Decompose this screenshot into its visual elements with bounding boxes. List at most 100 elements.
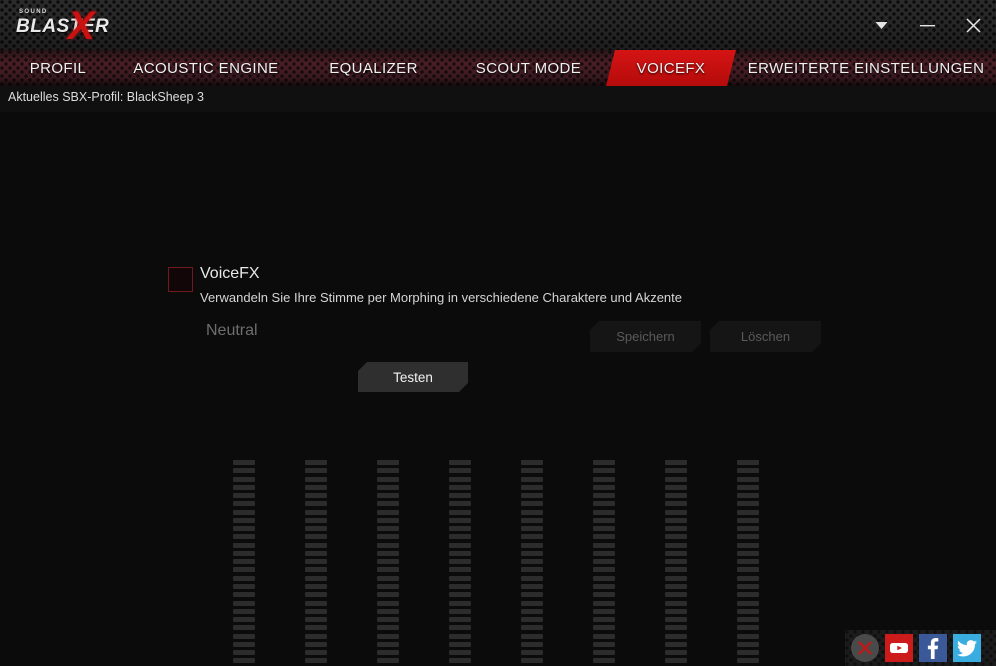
slider-segment (377, 493, 399, 499)
slider-track[interactable] (665, 460, 687, 666)
slider-segment (737, 633, 759, 639)
slider-segment (665, 575, 687, 581)
tab-equalizer[interactable]: EQUALIZER (296, 50, 451, 86)
slider-segment (377, 641, 399, 647)
tab-voicefx[interactable]: VOICEFX (606, 50, 736, 86)
voicefx-enable-checkbox[interactable] (168, 267, 193, 292)
slider-segment (593, 617, 615, 623)
tab-acoustic-engine[interactable]: ACOUSTIC ENGINE (116, 50, 296, 86)
slider-segment (305, 484, 327, 490)
slider-segment (305, 559, 327, 565)
slider-segment (665, 468, 687, 474)
slider-segment (377, 501, 399, 507)
slider-segment (449, 484, 471, 490)
slider-track[interactable] (737, 460, 759, 666)
slider-segment (737, 608, 759, 614)
slider-segment (377, 617, 399, 623)
slider-segment (233, 559, 255, 565)
facebook-icon[interactable] (919, 634, 947, 662)
slider-segment (449, 493, 471, 499)
tab-profil[interactable]: PROFIL (0, 50, 116, 86)
slider-segment (665, 542, 687, 548)
slider-segment (521, 493, 543, 499)
minimize-icon[interactable] (904, 0, 950, 50)
slider-segment (737, 575, 759, 581)
slider-segment (737, 542, 759, 548)
voicefx-description: Verwandeln Sie Ihre Stimme per Morphing … (200, 290, 682, 305)
slider-segment (665, 608, 687, 614)
slider-segment (593, 468, 615, 474)
twitter-icon[interactable] (953, 634, 981, 662)
slider-track[interactable] (233, 460, 255, 666)
slider-segment (377, 484, 399, 490)
slider-segment (521, 526, 543, 532)
delete-button[interactable]: Löschen (710, 321, 821, 352)
slider-segment (521, 517, 543, 523)
slider-segment (377, 509, 399, 515)
slider-segment (521, 608, 543, 614)
slider-segment (665, 600, 687, 606)
slider-segment (665, 567, 687, 573)
slider-segment (665, 592, 687, 598)
slider-segment (377, 592, 399, 598)
slider-segment (305, 509, 327, 515)
slider-segment (233, 509, 255, 515)
save-button[interactable]: Speichern (590, 321, 701, 352)
slider-segment (449, 460, 471, 465)
slider-segment (593, 460, 615, 465)
slider-track[interactable] (305, 460, 327, 666)
tab-erweiterte-einstellungen[interactable]: ERWEITERTE EINSTELLUNGEN (736, 50, 996, 86)
slider-segment (377, 517, 399, 523)
slider-segment (449, 575, 471, 581)
slider-segment (521, 559, 543, 565)
slider-segment (233, 617, 255, 623)
sound-blasterx-window: SOUND BLASTER X PROFIL ACOUSTIC ENGINE E… (0, 0, 996, 666)
tab-scout-mode[interactable]: SCOUT MODE (451, 50, 606, 86)
window-controls (858, 0, 996, 50)
slider-segment (377, 468, 399, 474)
slider-track[interactable] (377, 460, 399, 666)
close-icon[interactable] (950, 0, 996, 50)
slider-segment (233, 625, 255, 631)
close-social-bar-icon[interactable] (851, 634, 879, 662)
slider-segment (449, 592, 471, 598)
slider-segment (449, 650, 471, 656)
slider-segment (521, 592, 543, 598)
slider-segment (377, 476, 399, 482)
slider-segment (305, 501, 327, 507)
slider-segment (449, 550, 471, 556)
slider-segment (449, 617, 471, 623)
dropdown-chevron-icon[interactable] (858, 0, 904, 50)
slider-variability: Variability (700, 460, 796, 666)
slider-segment (521, 567, 543, 573)
slider-track[interactable] (449, 460, 471, 666)
slider-segment (233, 484, 255, 490)
slider-segment (305, 460, 327, 465)
tab-bar: PROFIL ACOUSTIC ENGINE EQUALIZER SCOUT M… (0, 50, 996, 86)
slider-segment (449, 567, 471, 573)
slider-segment (449, 658, 471, 664)
slider-segment (233, 658, 255, 664)
slider-segment (377, 608, 399, 614)
slider-track[interactable] (593, 460, 615, 666)
slider-segment (377, 633, 399, 639)
slider-segment (521, 575, 543, 581)
slider-segment (521, 501, 543, 507)
slider-segment (737, 476, 759, 482)
slider-segment (233, 476, 255, 482)
slider-segment (377, 460, 399, 465)
slider-segment (737, 559, 759, 565)
youtube-icon[interactable] (885, 634, 913, 662)
slider-segment (593, 625, 615, 631)
slider-segment (233, 633, 255, 639)
test-button[interactable]: Testen (358, 362, 468, 392)
slider-track[interactable] (521, 460, 543, 666)
slider-segment (233, 501, 255, 507)
slider-segment (593, 641, 615, 647)
slider-segment (665, 625, 687, 631)
slider-segment (377, 534, 399, 540)
slider-segment (521, 658, 543, 664)
voicefx-title: VoiceFX (200, 265, 260, 282)
slider-segment (305, 493, 327, 499)
slider-segment (737, 617, 759, 623)
